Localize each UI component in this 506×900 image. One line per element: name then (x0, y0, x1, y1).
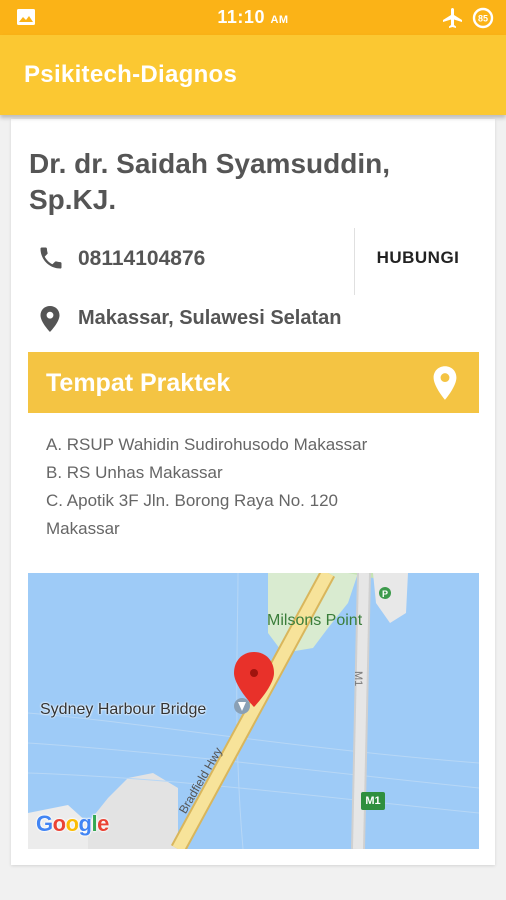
svg-text:P: P (382, 589, 388, 599)
app-bar: Psikitech-Diagnos (0, 35, 506, 115)
motorway-road-label: M1 (352, 671, 364, 686)
motorway-shield: M1 (361, 792, 385, 810)
battery-level: 85 (478, 14, 488, 24)
phone-number: 08114104876 (78, 247, 206, 270)
call-button[interactable]: HUBUNGI (360, 248, 476, 268)
praktek-item: A. RSUP Wahidin Sudirohusodo Makassar (46, 435, 368, 454)
location-icon (40, 306, 60, 332)
clock-suffix: AM (270, 14, 289, 26)
praktek-section-header: Tempat Praktek (28, 352, 479, 413)
clock-time: 11:10 (217, 7, 265, 27)
clock: 11:10 AM (0, 7, 506, 28)
app-title: Psikitech-Diagnos (24, 61, 238, 88)
location-text: Makassar, Sulawesi Selatan (78, 307, 342, 329)
airplane-mode-icon (443, 8, 462, 28)
map-view[interactable]: P M1 Milsons Point Sydney Harbour Bridge… (28, 573, 479, 849)
phone-icon (40, 247, 62, 269)
doctor-name: Dr. dr. Saidah Syamsuddin, Sp.KJ. (29, 148, 390, 215)
praktek-item: C. Apotik 3F Jln. Borong Raya No. 120 Ma… (46, 491, 338, 538)
map-pin-icon[interactable] (430, 365, 460, 401)
map-label-sydney-harbour-bridge: Sydney Harbour Bridge (40, 701, 207, 718)
battery-saver-icon: 85 (472, 7, 494, 29)
praktek-title: Tempat Praktek (46, 369, 231, 397)
google-logo: Google (36, 811, 109, 836)
praktek-list: A. RSUP Wahidin Sudirohusodo Makassar B.… (46, 431, 446, 543)
status-bar: 11:10 AM 85 (0, 0, 506, 35)
divider (354, 228, 355, 295)
praktek-item: B. RS Unhas Makassar (46, 463, 223, 482)
map-label-milsons-point: Milsons Point (267, 612, 363, 629)
